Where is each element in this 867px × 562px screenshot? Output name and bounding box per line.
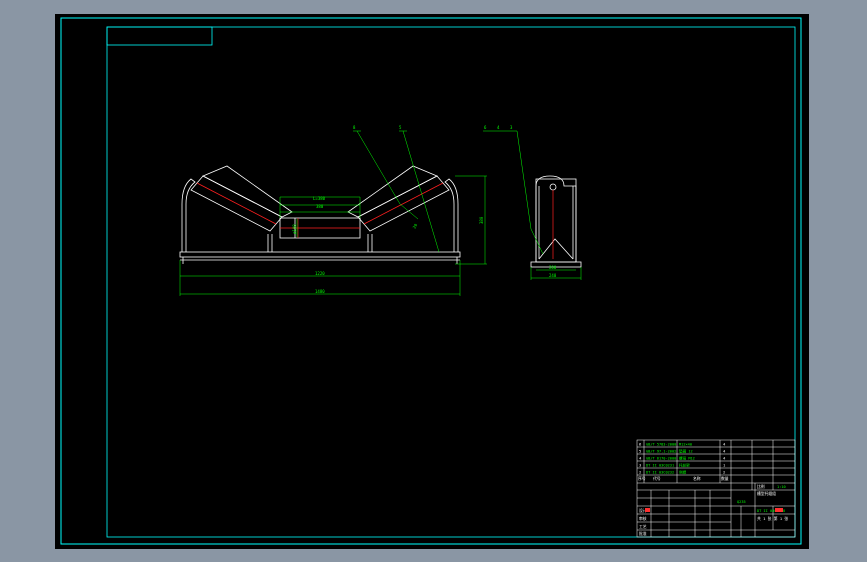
part-name: 垫圈 12 xyxy=(679,449,693,454)
part-qty: 1 xyxy=(723,463,726,468)
dim-height: 380 xyxy=(479,216,484,224)
signature-process: 工艺 xyxy=(639,524,647,529)
part-name: 侧辊 xyxy=(679,470,687,475)
side-frame xyxy=(535,175,577,262)
dim-overall-width: 1480 xyxy=(315,289,325,294)
part-qty: 4 xyxy=(723,456,726,461)
scale-label: 比例 xyxy=(757,484,765,489)
header-code: 代号 xyxy=(653,476,661,481)
revision-mark xyxy=(645,508,650,512)
base-channel xyxy=(179,251,461,258)
signature-approve: 批准 xyxy=(639,531,647,536)
drawing-sheet: L=380 380 ø108 20 380 1220 1480 8 5 200 … xyxy=(55,14,809,549)
part-qty: 4 xyxy=(723,449,726,454)
part-no: 5 xyxy=(639,449,641,454)
scale-value: 1:10 xyxy=(777,485,786,489)
outer-border xyxy=(60,17,802,545)
callout-5: 5 xyxy=(399,125,402,130)
revision-mark xyxy=(775,508,783,512)
part-code: DT II 03C0232 xyxy=(646,471,674,475)
side-view xyxy=(530,175,582,268)
header-qty: 数量 xyxy=(721,476,729,481)
part-code: GB/T 97.1-2002 xyxy=(646,450,676,454)
code-box xyxy=(106,26,213,46)
cad-drawing: L=380 380 ø108 20 380 1220 1480 8 5 200 … xyxy=(60,17,802,545)
material: Q235 xyxy=(737,500,746,504)
callout-leader-8 xyxy=(356,130,401,205)
part-name: M12×40 xyxy=(679,443,692,447)
dim-inner-span: 380 xyxy=(316,204,324,209)
right-wing-roller xyxy=(347,165,450,232)
dim-roller-length: L=380 xyxy=(313,196,326,201)
sheet-info: 共 1 张 第 1 张 xyxy=(757,516,788,521)
inner-border xyxy=(106,26,796,538)
part-name: 托轮架 xyxy=(679,463,690,468)
front-view-dimensions xyxy=(179,130,487,296)
left-wing-roller xyxy=(190,165,293,232)
dim-base-outer: 240 xyxy=(549,273,557,278)
dim-base-inner: 200 xyxy=(549,265,557,270)
part-code: GB/T 5783-2000 xyxy=(646,443,676,447)
part-qty: 2 xyxy=(723,470,725,475)
callout-leader-5 xyxy=(402,130,440,253)
dim-inner-width: 1220 xyxy=(315,271,325,276)
right-bracket xyxy=(444,178,459,252)
callout-3: 3 xyxy=(510,125,513,130)
signature-review: 审核 xyxy=(639,516,647,521)
left-bracket xyxy=(181,178,196,252)
header-name: 名称 xyxy=(693,476,701,481)
callout-4: 4 xyxy=(497,125,500,130)
side-view-dimensions xyxy=(483,130,582,280)
callout-8: 8 xyxy=(353,125,356,130)
header-no: 序号 xyxy=(638,476,646,481)
part-code: DT II 03C0231 xyxy=(646,464,674,468)
dim-offset: 20 xyxy=(412,222,419,229)
part-no: 2 xyxy=(639,470,641,475)
part-no: 3 xyxy=(639,463,641,468)
mount-hole xyxy=(549,183,557,191)
part-no: 4 xyxy=(639,456,642,461)
title-block xyxy=(636,439,796,538)
callout-6: 6 xyxy=(484,125,487,130)
part-qty: 4 xyxy=(723,442,726,447)
part-code: GB/T 6170-2000 xyxy=(646,457,676,461)
dim-roller-diameter: ø108 xyxy=(292,224,297,234)
part-name: 螺母 M12 xyxy=(679,456,695,461)
drawing-title: 槽型托辊组 xyxy=(757,491,776,496)
part-no: 6 xyxy=(639,442,642,447)
parts-list: 6 GB/T 5783-2000 M12×40 4 5 GB/T 97.1-20… xyxy=(639,442,726,475)
